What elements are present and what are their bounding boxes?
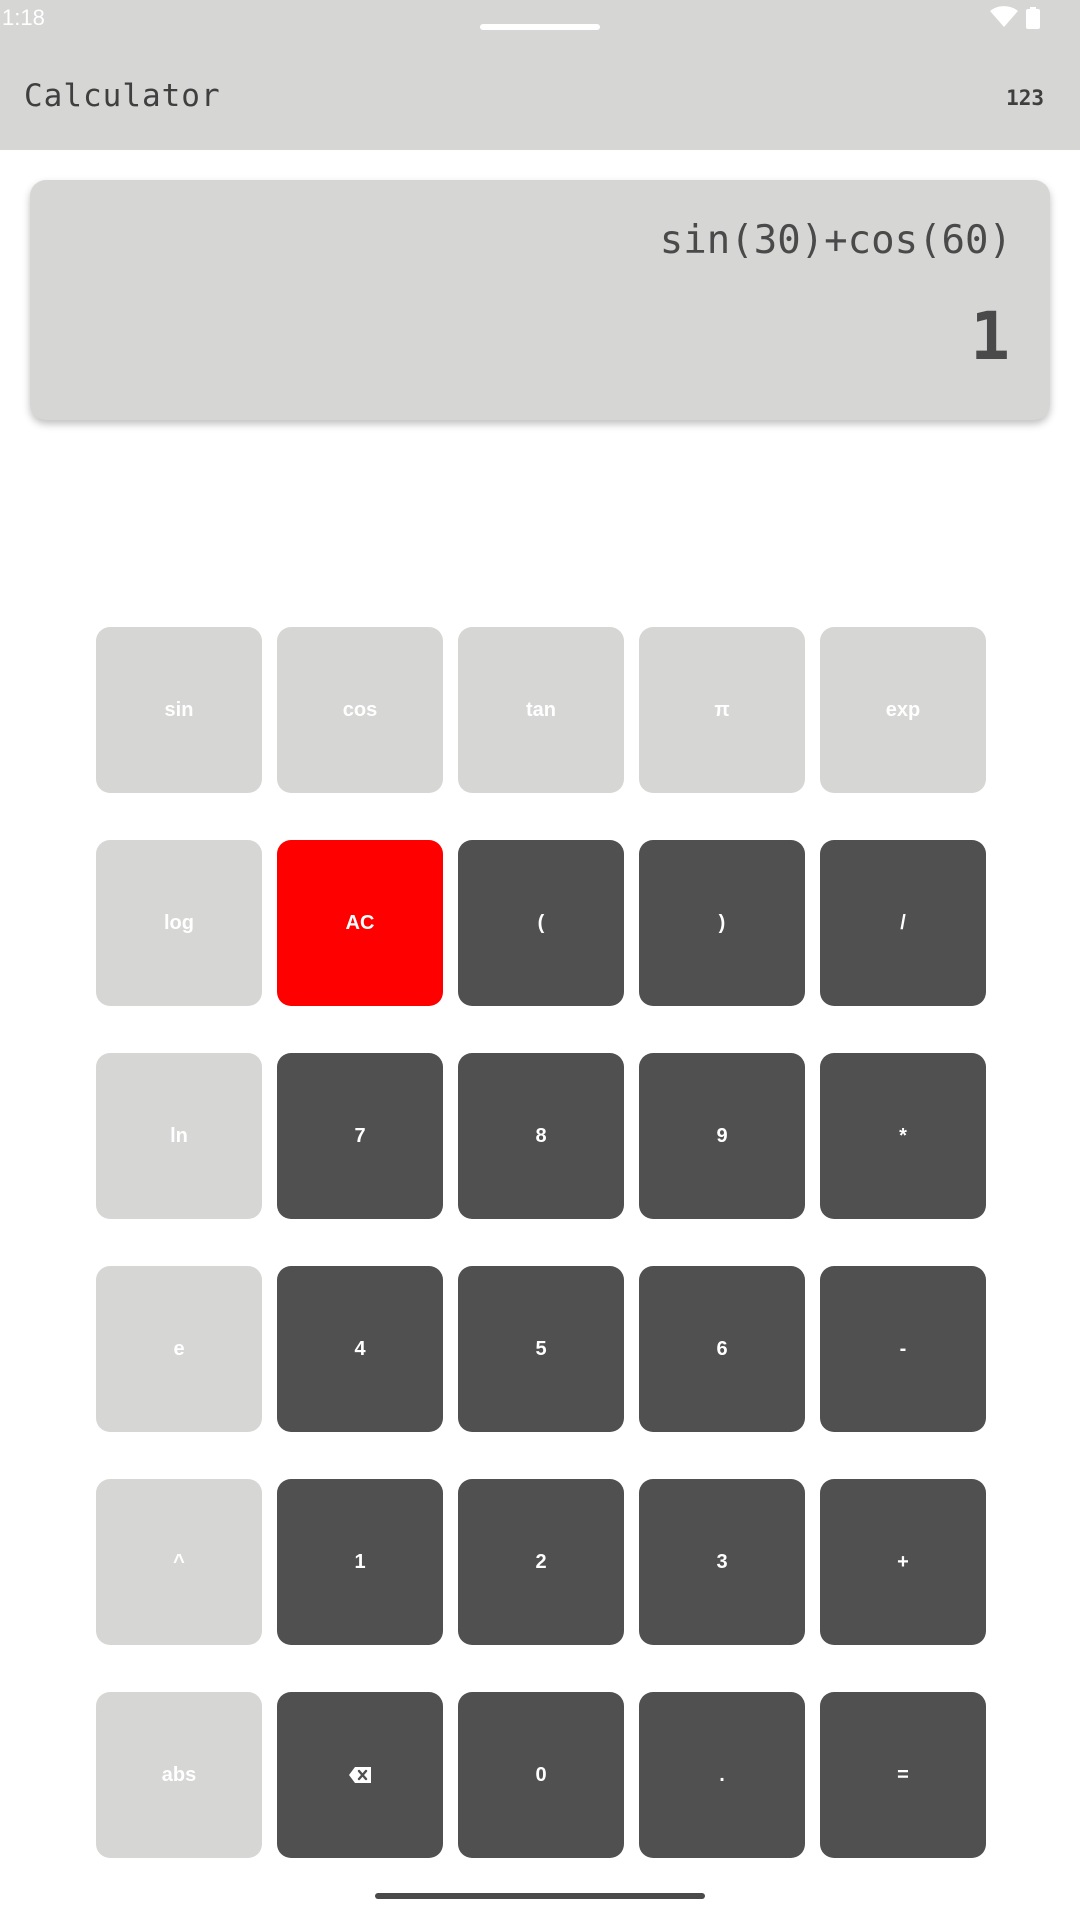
key-3-button[interactable]: 3 bbox=[639, 1479, 805, 1645]
key-divide-button[interactable]: / bbox=[820, 840, 986, 1006]
key-label: e bbox=[173, 1337, 185, 1360]
mode-toggle-button[interactable]: 123 bbox=[1006, 86, 1044, 110]
key-equals-button[interactable]: = bbox=[820, 1692, 986, 1858]
key-label: 4 bbox=[354, 1337, 366, 1360]
key-label: abs bbox=[161, 1763, 197, 1786]
key-minus-button[interactable]: - bbox=[820, 1266, 986, 1432]
camera-notch-pill bbox=[480, 24, 600, 30]
status-bar: 1:18 bbox=[0, 0, 1080, 48]
key-close-paren-button[interactable]: ) bbox=[639, 840, 805, 1006]
key-power-button[interactable]: ^ bbox=[96, 1479, 262, 1645]
key-log-button[interactable]: log bbox=[96, 840, 262, 1006]
key-label: π bbox=[714, 698, 730, 721]
key-label: sin bbox=[164, 698, 194, 721]
key-label: = bbox=[897, 1763, 909, 1786]
key-label: ^ bbox=[173, 1550, 185, 1573]
key-label: 9 bbox=[716, 1124, 728, 1147]
key-label: ) bbox=[718, 911, 726, 934]
key-label: cos bbox=[342, 698, 378, 721]
key-plus-button[interactable]: + bbox=[820, 1479, 986, 1645]
key-6-button[interactable]: 6 bbox=[639, 1266, 805, 1432]
key-label: 1 bbox=[354, 1550, 366, 1573]
key-label: ln bbox=[170, 1124, 188, 1147]
keypad: sin cos tan π exp log AC () / ln 7 8 9 * e 4 5 6 - ^ 1 2 3 + abs… bbox=[96, 627, 986, 1858]
key-label: exp bbox=[885, 698, 921, 721]
key-sin-button[interactable]: sin bbox=[96, 627, 262, 793]
key-label: tan bbox=[526, 698, 556, 721]
key-exp-button[interactable]: exp bbox=[820, 627, 986, 793]
expression-text: sin(30)+cos(60) bbox=[659, 218, 1012, 263]
key-0-button[interactable]: 0 bbox=[458, 1692, 624, 1858]
key-label: 0 bbox=[535, 1763, 547, 1786]
key-7-button[interactable]: 7 bbox=[277, 1053, 443, 1219]
key-5-button[interactable]: 5 bbox=[458, 1266, 624, 1432]
key-label: log bbox=[164, 911, 194, 934]
key-e-button[interactable]: e bbox=[96, 1266, 262, 1432]
key-8-button[interactable]: 8 bbox=[458, 1053, 624, 1219]
key-label: 2 bbox=[535, 1550, 547, 1573]
key-label: - bbox=[899, 1337, 907, 1360]
result-text: 1 bbox=[970, 298, 1010, 375]
key-label: AC bbox=[345, 911, 375, 934]
key-ac-button[interactable]: AC bbox=[277, 840, 443, 1006]
key-label: 8 bbox=[535, 1124, 547, 1147]
key-label: 6 bbox=[716, 1337, 728, 1360]
key-cos-button[interactable]: cos bbox=[277, 627, 443, 793]
key-multiply-button[interactable]: * bbox=[820, 1053, 986, 1219]
key-pi-button[interactable]: π bbox=[639, 627, 805, 793]
key-2-button[interactable]: 2 bbox=[458, 1479, 624, 1645]
backspace-button[interactable] bbox=[277, 1692, 443, 1858]
key-label: * bbox=[899, 1124, 907, 1147]
key-9-button[interactable]: 9 bbox=[639, 1053, 805, 1219]
gesture-navigation-bar[interactable] bbox=[375, 1893, 705, 1899]
battery-icon bbox=[1026, 7, 1040, 29]
status-time: 1:18 bbox=[2, 5, 45, 30]
key-4-button[interactable]: 4 bbox=[277, 1266, 443, 1432]
key-decimal-button[interactable]: . bbox=[639, 1692, 805, 1858]
key-label: 5 bbox=[535, 1337, 547, 1360]
key-label: 7 bbox=[354, 1124, 366, 1147]
backspace-icon bbox=[349, 1767, 371, 1783]
key-ln-button[interactable]: ln bbox=[96, 1053, 262, 1219]
key-1-button[interactable]: 1 bbox=[277, 1479, 443, 1645]
key-label: . bbox=[719, 1763, 725, 1786]
key-tan-button[interactable]: tan bbox=[458, 627, 624, 793]
key-label: ( bbox=[537, 911, 545, 934]
calculator-display: sin(30)+cos(60) 1 bbox=[30, 180, 1050, 420]
key-label: / bbox=[900, 911, 906, 934]
app-title: Calculator bbox=[24, 78, 221, 114]
key-label: 3 bbox=[716, 1550, 728, 1573]
key-label: + bbox=[897, 1550, 909, 1573]
key-open-paren-button[interactable]: ( bbox=[458, 840, 624, 1006]
key-abs-button[interactable]: abs bbox=[96, 1692, 262, 1858]
wifi-icon bbox=[990, 6, 1018, 27]
app-bar: Calculator 123 bbox=[0, 48, 1080, 150]
